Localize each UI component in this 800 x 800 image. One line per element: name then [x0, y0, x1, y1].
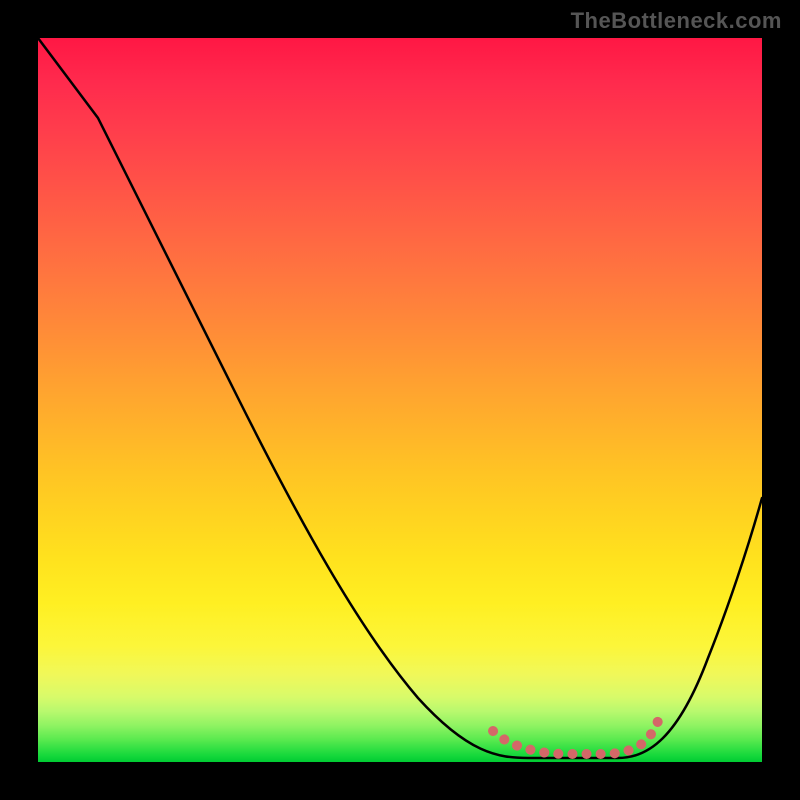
- chart-container: TheBottleneck.com: [0, 0, 800, 800]
- plot-area: [38, 38, 762, 762]
- main-curve: [38, 38, 762, 758]
- bottom-accent-curve: [493, 721, 658, 754]
- watermark-text: TheBottleneck.com: [571, 8, 782, 34]
- curve-svg: [38, 38, 762, 762]
